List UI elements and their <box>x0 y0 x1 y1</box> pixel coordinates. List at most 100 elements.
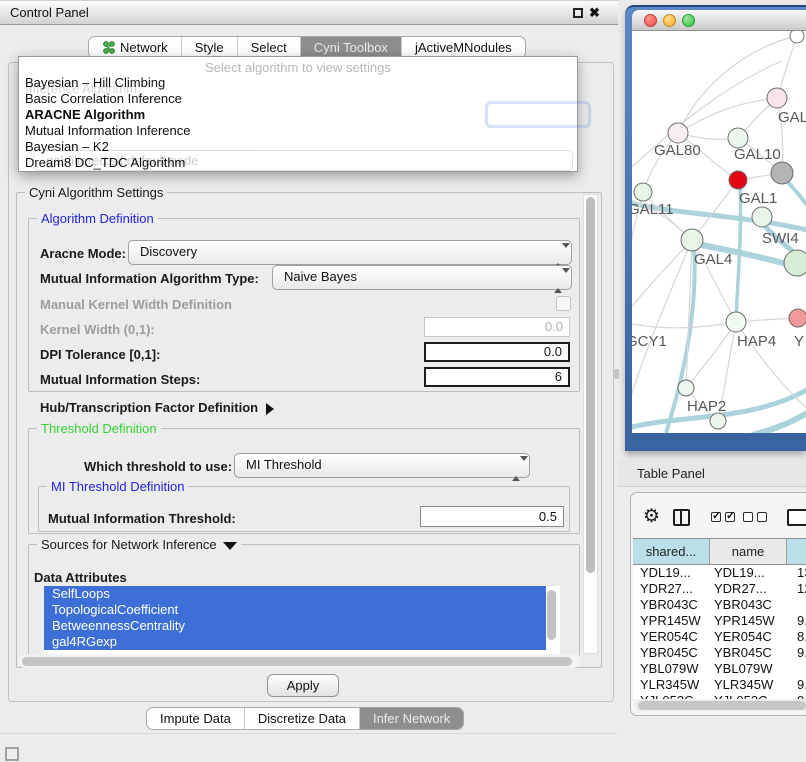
tab-jactivemnodules[interactable]: jActiveMNodules <box>402 37 525 58</box>
table-row[interactable]: YLR345WYLR345W9. <box>633 677 806 693</box>
attribute-item[interactable]: gal4RGexp <box>44 634 546 650</box>
table-row[interactable]: YDL19...YDL19...13 <box>633 565 806 581</box>
network-node[interactable] <box>790 31 804 43</box>
table-cell: YPR145W <box>710 613 787 629</box>
table-cell: YDR27... <box>633 581 710 597</box>
table-cell: 9. <box>787 677 806 693</box>
network-node-gal4[interactable] <box>681 229 703 251</box>
network-node-gal10[interactable] <box>728 128 748 148</box>
table-row[interactable]: YBR043CYBR043C <box>633 597 806 613</box>
node-label: HAP2 <box>687 398 726 415</box>
hub-definition-label: Hub/Transcription Factor Definition <box>40 400 258 415</box>
network-edge[interactable] <box>632 321 736 328</box>
algorithm-option-dream8-dc-tdc-algorithm[interactable]: Dream8 DC_TDC Algorithm <box>19 155 577 171</box>
node-label: GAL4 <box>694 251 732 268</box>
table-cell <box>787 597 806 613</box>
mi-threshold-field[interactable]: 0.5 <box>420 506 564 527</box>
aracne-mode-label: Aracne Mode: <box>40 246 126 261</box>
column-header[interactable]: shared... <box>633 539 710 564</box>
network-window-titlebar[interactable] <box>632 10 806 31</box>
kernel-width-field[interactable]: 0.0 <box>424 317 570 337</box>
algorithm-option-aracne-algorithm[interactable]: ARACNE Algorithm <box>19 107 577 123</box>
table-cell: YLR345W <box>633 677 710 693</box>
collapsed-panel-icon[interactable] <box>5 747 19 761</box>
network-node-gal80[interactable] <box>668 123 688 143</box>
attribute-item[interactable]: BetweennessCentrality <box>44 618 546 634</box>
network-node-gal1[interactable] <box>729 171 747 189</box>
algorithm-option-basic-correlation-inference[interactable]: Basic Correlation Inference <box>19 91 577 107</box>
combo-stepper-icon <box>512 458 521 480</box>
which-threshold-combo[interactable]: MI Threshold <box>234 453 530 478</box>
hub-definition-toggle[interactable]: Hub/Transcription Factor Definition <box>40 400 274 415</box>
tab-infer-network[interactable]: Infer Network <box>360 708 463 729</box>
apply-button[interactable]: Apply <box>267 674 339 697</box>
network-node[interactable] <box>784 250 806 276</box>
mi-type-combo[interactable]: Naive Bayes <box>272 265 572 290</box>
close-traffic-light-icon[interactable] <box>644 14 657 27</box>
sources-group-title[interactable]: Sources for Network Inference <box>37 537 241 552</box>
tab-label: Style <box>195 37 224 58</box>
network-node[interactable] <box>771 162 793 184</box>
tab-select[interactable]: Select <box>238 37 301 58</box>
network-node-gal[interactable] <box>767 88 787 108</box>
mi-threshold-label: Mutual Information Threshold: <box>48 511 236 526</box>
algorithm-option-bayesian-hill-climbing[interactable]: Bayesian – Hill Climbing <box>19 75 577 91</box>
table-cell: YPR145W <box>633 613 710 629</box>
dpi-tolerance-field[interactable]: 0.0 <box>424 342 570 362</box>
table-hscroll-thumb[interactable] <box>638 701 806 710</box>
algorithm-option-mutual-information-inference[interactable]: Mutual Information Inference <box>19 123 577 139</box>
attribute-item[interactable]: SelfLoops <box>44 586 546 602</box>
close-window-icon[interactable]: ✖ <box>589 5 600 21</box>
column-header[interactable]: A <box>787 539 806 564</box>
sources-title-label: Sources for Network Inference <box>41 537 217 552</box>
aracne-mode-combo[interactable]: Discovery <box>128 240 572 265</box>
tab-cyni-toolbox[interactable]: Cyni Toolbox <box>301 37 402 58</box>
gear-icon[interactable]: ⚙ <box>643 507 660 526</box>
table-mode-icon[interactable] <box>787 509 806 526</box>
select-all-columns-icon[interactable] <box>711 512 735 522</box>
minimize-traffic-light-icon[interactable] <box>663 14 676 27</box>
attribute-item[interactable]: TopologicalCoefficient <box>44 602 546 618</box>
network-edge[interactable] <box>686 322 736 388</box>
table-window: ⚙ shared...nameA YDL19...YDL19...13YDR27… <box>630 492 806 716</box>
table-row[interactable]: YER054CYER054C8. <box>633 629 806 645</box>
table-row[interactable]: YBR045CYBR045C9. <box>633 645 806 661</box>
network-node-gal11[interactable] <box>634 183 652 201</box>
tab-network[interactable]: Network <box>89 37 182 58</box>
columns-icon[interactable] <box>673 509 690 526</box>
table-row[interactable]: YDR27...YDR27...12 <box>633 581 806 597</box>
manual-kernel-label: Manual Kernel Width Definition <box>40 297 232 312</box>
network-node-hap2[interactable] <box>678 380 694 396</box>
network-node[interactable] <box>710 413 726 429</box>
network-edge[interactable] <box>752 409 806 433</box>
table-cell: YDL19... <box>633 565 710 581</box>
network-node-y[interactable] <box>789 309 806 327</box>
table-row[interactable]: YBL079WYBL079W <box>633 661 806 677</box>
network-canvas[interactable]: GALGAL80GAL10GAL1GAL11SWI4GAL4GCY1HAP4YH… <box>632 31 806 433</box>
manual-kernel-checkbox[interactable] <box>556 296 571 311</box>
algorithm-option-bayesian-k2[interactable]: Bayesian – K2 <box>19 139 577 155</box>
table-row[interactable]: YPR145WYPR145W9. <box>633 613 806 629</box>
tab-style[interactable]: Style <box>182 37 238 58</box>
restore-window-icon[interactable] <box>573 8 583 18</box>
screen: { "window": { "title": "Control Panel" }… <box>0 0 806 762</box>
settings-vscroll-thumb[interactable] <box>586 197 595 573</box>
table-cell: YBR045C <box>710 645 787 661</box>
column-header[interactable]: name <box>710 539 787 564</box>
tab-impute-data[interactable]: Impute Data <box>147 708 245 729</box>
settings-hscroll-thumb[interactable] <box>22 657 572 666</box>
splitpane-handle-icon[interactable] <box>614 369 619 379</box>
collapsed-arrow-icon <box>266 403 274 415</box>
network-edge[interactable] <box>632 240 692 321</box>
zoom-traffic-light-icon[interactable] <box>682 14 695 27</box>
data-attributes-list[interactable]: SelfLoopsTopologicalCoefficientBetweenne… <box>44 586 560 654</box>
mi-steps-field[interactable]: 6 <box>424 367 570 387</box>
tab-discretize-data[interactable]: Discretize Data <box>245 708 360 729</box>
network-node-hap4[interactable] <box>726 312 746 332</box>
deselect-all-columns-icon[interactable] <box>743 512 767 522</box>
network-node-swi4[interactable] <box>752 207 772 227</box>
node-label: HAP4 <box>737 333 776 350</box>
settings-group-title: Cyni Algorithm Settings <box>25 185 167 200</box>
table-cell: YER054C <box>633 629 710 645</box>
attributes-list-scrollbar[interactable] <box>547 590 556 640</box>
